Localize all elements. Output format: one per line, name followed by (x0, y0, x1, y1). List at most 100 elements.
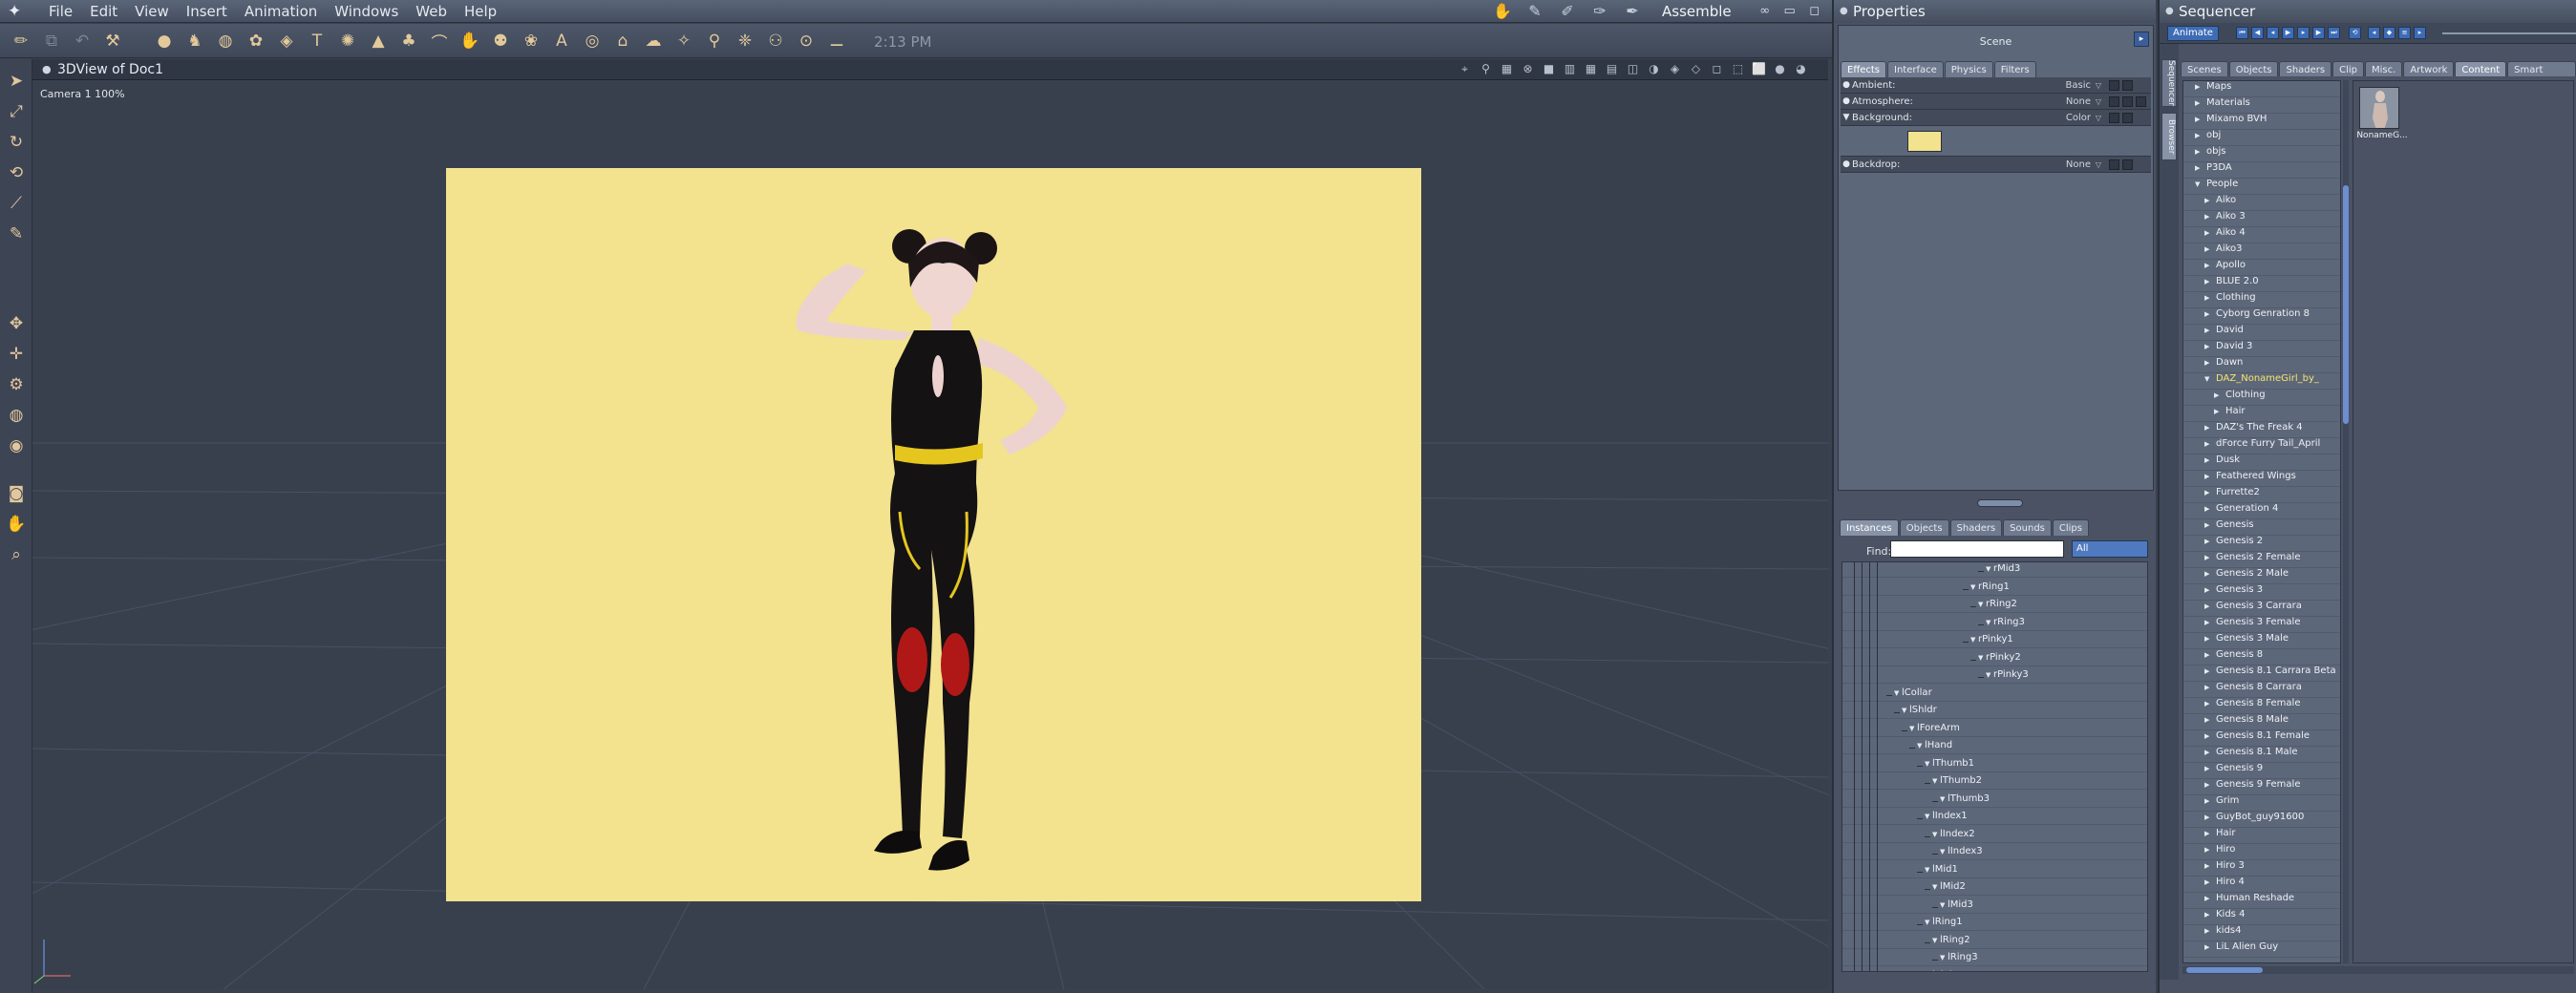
box-icon[interactable]: ◻ (1709, 61, 1725, 77)
expand-icon[interactable]: ▶ (2204, 505, 2212, 513)
tree-item[interactable]: ▼ rRing2 (1970, 599, 2017, 614)
tree-item[interactable]: ▼ lIndex2 (1925, 829, 1975, 844)
content-folder[interactable]: ▶ Generation 4 (2183, 503, 2340, 519)
content-folder[interactable]: ▶ GuyBot_guy91600 (2183, 812, 2340, 828)
content-folder[interactable]: ▶ LiL Alien Guy (2183, 941, 2340, 958)
content-folder[interactable]: ▶ Genesis 3 Female (2183, 617, 2340, 633)
model-room-icon[interactable]: ✎ (1522, 2, 1547, 21)
collapse-icon[interactable]: ▼ (1917, 742, 1925, 750)
filter-icon[interactable]: ⚲ (1478, 61, 1494, 77)
collapse-icon[interactable]: ▼ (1940, 901, 1948, 909)
tab-shaders[interactable]: Shaders (2279, 61, 2332, 77)
expand-icon[interactable]: ▶ (2204, 895, 2212, 902)
hand-pan-icon[interactable]: ✋ (4, 512, 29, 537)
collapse-icon[interactable]: ▼ (1925, 972, 1932, 973)
tab-filters[interactable]: Filters (1993, 61, 2036, 77)
expand-icon[interactable]: ▶ (2204, 619, 2212, 626)
expand-icon[interactable]: ▶ (2204, 327, 2212, 334)
effect-value[interactable]: None (2005, 96, 2091, 107)
collapse-icon[interactable]: ▼ (1909, 725, 1917, 732)
expand-icon[interactable]: ▶ (2204, 538, 2212, 545)
expand-icon[interactable]: ▶ (2204, 797, 2212, 805)
expand-icon[interactable]: ▶ (2204, 813, 2212, 821)
expand-icon[interactable]: ▶ (2195, 164, 2203, 172)
content-folder[interactable]: ▶ Genesis 8.1 Female (2183, 730, 2340, 747)
expand-icon[interactable]: ▶ (2204, 456, 2212, 464)
effect-toggle[interactable] (2109, 79, 2119, 91)
content-folder[interactable]: ▶ Genesis (2183, 519, 2340, 536)
panel-splitter[interactable] (1977, 499, 2023, 507)
tree-item[interactable]: ▼ lThumb3 (1931, 793, 1990, 809)
tree-item[interactable]: ▼ rPinky2 (1970, 652, 2021, 667)
key-left-icon[interactable]: ◂ (2368, 27, 2380, 39)
rotate-icon[interactable]: ↻ (4, 130, 29, 155)
expand-icon[interactable]: ▶ (2204, 911, 2212, 919)
content-folder[interactable]: ▶ Kids 4 (2183, 909, 2340, 925)
content-folder[interactable]: ▶ Clothing (2183, 390, 2340, 406)
tree-item[interactable]: ▼ lThumb2 (1924, 775, 1982, 791)
tab-objects[interactable]: Objects (1899, 519, 1949, 536)
time-slider[interactable] (2442, 32, 2576, 34)
content-folder[interactable]: ▶ Materials (2183, 97, 2340, 114)
collapse-icon[interactable]: ▼ (2195, 180, 2203, 188)
effect-row-backdrop[interactable]: ● Backdrop: None ▽ (1841, 157, 2151, 173)
tree-item[interactable]: ▼ lIndex3 (1932, 846, 1983, 861)
expand-icon[interactable]: ▶ (2204, 278, 2212, 285)
expand-icon[interactable]: ▶ (2214, 408, 2222, 415)
translate-icon[interactable]: ✥ (4, 311, 29, 336)
grid-icon[interactable]: ▦ (1499, 61, 1515, 77)
crowd-icon[interactable]: ⚉ (487, 28, 514, 54)
shield-icon[interactable]: ◈ (1667, 61, 1683, 77)
light-select-icon[interactable]: ◑ (1646, 61, 1662, 77)
hand-room-icon[interactable]: ✋ (1490, 2, 1515, 21)
tree-item[interactable]: ▼ rPinky3 (1978, 669, 2029, 685)
tree-item[interactable]: ▼ lHand (1908, 740, 1952, 755)
effect-row-atmosphere[interactable]: ● Atmosphere: None ▽ (1841, 94, 2151, 110)
content-folder[interactable]: ▶ P3DA (2183, 162, 2340, 179)
bend-icon[interactable]: ⟋ (4, 191, 29, 216)
content-folder[interactable]: ▶ Genesis 3 (2183, 584, 2340, 601)
content-folder[interactable]: ▶ Hair (2183, 828, 2340, 844)
grid-move-icon[interactable]: ✛ (4, 342, 29, 367)
content-folder[interactable]: ▶ David 3 (2183, 341, 2340, 357)
camera-target-icon[interactable]: ◎ (579, 28, 606, 54)
tree-item[interactable]: ▼ lIndex1 (1917, 811, 1968, 826)
shaded-sphere-icon[interactable]: ● (1772, 61, 1788, 77)
tab-sounds[interactable]: Sounds (2003, 519, 2052, 536)
expand-icon[interactable]: ▶ (2204, 586, 2212, 594)
effect-edit[interactable] (2122, 112, 2133, 123)
menu-web[interactable]: Web (407, 3, 456, 20)
scrollbar-thumb[interactable] (2186, 967, 2263, 973)
expand-icon[interactable]: ▶ (2204, 359, 2212, 367)
expand-icon[interactable]: ▶ (2204, 749, 2212, 756)
find-filter-select[interactable]: All (2072, 540, 2148, 558)
menu-animation[interactable]: Animation (236, 3, 326, 20)
tab-clips[interactable]: Clips (2052, 519, 2089, 536)
content-tree-scrollbar[interactable] (2343, 80, 2349, 963)
expand-icon[interactable]: ▶ (2204, 927, 2212, 935)
menu-insert[interactable]: Insert (178, 3, 236, 20)
expand-icon[interactable]: ▶ (2204, 667, 2212, 675)
content-folder[interactable]: ▶ Genesis 9 (2183, 763, 2340, 779)
dropdown-icon[interactable]: ▽ (2091, 160, 2106, 169)
terrain-icon[interactable]: ▲ (365, 28, 392, 54)
daz-star-icon[interactable]: ✦ (8, 2, 34, 21)
expand-icon[interactable]: ▶ (2204, 846, 2212, 854)
figure-model[interactable] (446, 168, 1421, 901)
collapse-icon[interactable]: ▼ (1940, 954, 1948, 961)
minimize-icon[interactable]: ▭ (1781, 3, 1799, 20)
content-folder[interactable]: ▶ Human Reshade (2183, 893, 2340, 909)
globe-rotate-icon[interactable]: ◍ (4, 403, 29, 428)
tab-misc[interactable]: Misc. (2365, 61, 2403, 77)
tree-item[interactable]: ▼ lCollar (1886, 687, 1932, 703)
collapse-icon[interactable]: ▼ (2204, 375, 2212, 383)
effect-toggle[interactable] (2109, 112, 2119, 123)
collapse-icon[interactable]: ▼ (1970, 583, 1978, 591)
collapse-icon[interactable]: ▼ (1932, 937, 1940, 944)
storyboard-room-icon[interactable]: ✐ (1555, 2, 1580, 21)
expand-icon[interactable]: ▶ (2195, 148, 2203, 156)
globe-icon[interactable]: ◍ (212, 28, 239, 54)
bulb-icon[interactable]: ✧ (671, 28, 697, 54)
joint-icon[interactable]: ⚙ (4, 372, 29, 397)
tree-item[interactable]: ▼ lShldr (1894, 705, 1937, 720)
